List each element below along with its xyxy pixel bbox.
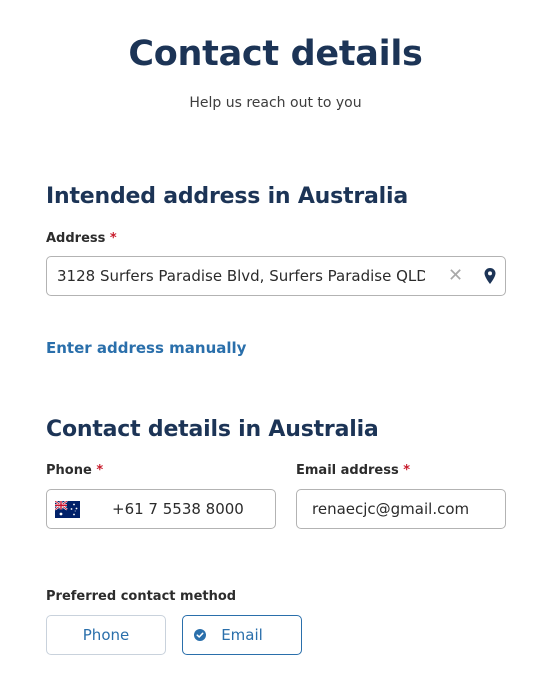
email-label-text: Email address xyxy=(296,463,399,478)
preferred-contact-label: Preferred contact method xyxy=(46,589,237,604)
contact-section-heading: Contact details in Australia xyxy=(46,417,379,442)
required-marker: * xyxy=(109,231,117,246)
address-input-value[interactable]: 3128 Surfers Paradise Blvd, Surfers Para… xyxy=(57,267,425,285)
page-title: Contact details xyxy=(128,34,423,74)
page-subtitle: Help us reach out to you xyxy=(189,95,362,111)
enter-address-manually-link[interactable]: Enter address manually xyxy=(46,339,246,357)
australia-flag-icon[interactable] xyxy=(55,501,80,518)
close-icon[interactable]: ✕ xyxy=(448,267,463,285)
contact-method-email-label: Email xyxy=(221,626,263,644)
contact-method-phone-option[interactable]: Phone xyxy=(46,615,166,655)
address-label: Address * xyxy=(46,231,117,246)
email-input-value[interactable]: renaecjc@gmail.com xyxy=(312,500,469,518)
phone-label-text: Phone xyxy=(46,463,92,478)
phone-label: Phone * xyxy=(46,463,103,478)
email-label: Email address * xyxy=(296,463,410,478)
required-marker: * xyxy=(403,463,411,478)
address-label-text: Address xyxy=(46,231,106,246)
check-circle-icon xyxy=(194,629,206,641)
phone-field[interactable]: +61 7 5538 8000 xyxy=(46,489,276,529)
address-field[interactable]: 3128 Surfers Paradise Blvd, Surfers Para… xyxy=(46,256,506,296)
email-field[interactable]: renaecjc@gmail.com xyxy=(296,489,506,529)
contact-method-email-option[interactable]: Email xyxy=(182,615,302,655)
map-pin-icon[interactable] xyxy=(483,268,497,284)
required-marker: * xyxy=(96,463,104,478)
address-section-heading: Intended address in Australia xyxy=(46,184,408,209)
contact-method-phone-label: Phone xyxy=(82,626,130,644)
phone-input-value[interactable]: +61 7 5538 8000 xyxy=(112,500,244,518)
